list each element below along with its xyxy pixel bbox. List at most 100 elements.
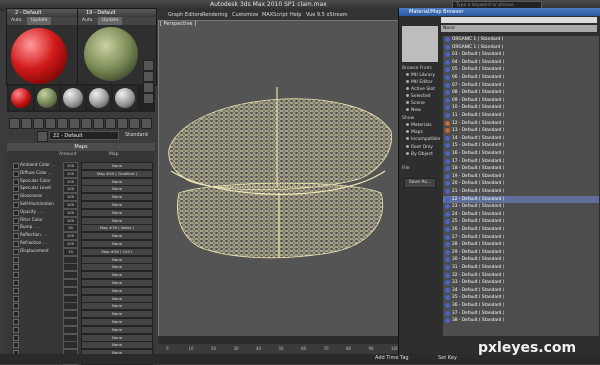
material-list-item[interactable]: ORGANIC 1 ( Standard ) [443,44,599,52]
map-enable-checkbox[interactable] [13,311,19,318]
material-list-item[interactable]: 30 - Default ( Standard ) [443,256,599,264]
map-slot-button[interactable]: None [81,177,153,186]
material-list-item[interactable]: 35 - Default ( Standard ) [443,294,599,302]
perspective-viewport[interactable] [158,20,400,338]
browse-from-radio[interactable]: Scene [406,101,425,106]
map-enable-checkbox[interactable] [13,225,19,232]
browse-from-radio[interactable]: Mtl Editor [406,80,433,85]
track-bar[interactable]: 0 10 20 30 40 50 60 70 80 90 100 [158,344,399,354]
backlight-icon[interactable] [143,71,154,82]
map-slot-button[interactable]: None [81,294,153,303]
material-list-item[interactable]: 07 - Default ( Standard ) [443,82,599,90]
copy-material-icon[interactable] [57,118,68,129]
map-amount-spinner[interactable]: 100 [63,216,78,225]
show-map-icon[interactable] [105,118,116,129]
map-slot-button[interactable]: None [81,162,153,170]
map-slot-button[interactable]: None [81,341,153,350]
map-amount-spinner[interactable] [63,294,78,303]
material-list-item[interactable]: 03 - Default ( Standard ) [443,51,599,59]
material-list-item[interactable]: 19 - Default ( Standard ) [443,173,599,181]
map-enable-checkbox[interactable] [13,163,19,169]
map-enable-checkbox[interactable] [13,264,19,271]
material-list-item[interactable]: 14 - Default ( Standard ) [443,135,599,143]
material-list-item[interactable]: 31 - Default ( Standard ) [443,264,599,272]
map-slot-button[interactable]: None [81,271,153,280]
map-slot-button[interactable]: Map #45 ( Gradient ) [81,169,153,178]
save-as-button[interactable]: Save As... [404,178,436,188]
uv-tiling-icon[interactable] [143,93,154,104]
map-enable-checkbox[interactable] [13,272,19,279]
tab-update[interactable]: Update [98,17,123,25]
map-slot-button[interactable]: None [81,325,153,334]
put-to-library-icon[interactable] [81,118,92,129]
sample-slot[interactable] [113,86,137,110]
maps-rollout-header[interactable]: Maps [7,143,155,151]
map-slot-button[interactable]: None [81,232,153,241]
map-slot-button[interactable]: None [81,279,153,287]
map-slot-button[interactable]: None [81,216,153,225]
tab-auto[interactable]: Auto [7,17,25,25]
viewport-label[interactable]: [ Perspective ] [160,21,196,27]
map-slot-button[interactable]: None [81,318,153,326]
tab-auto[interactable]: Auto [78,17,96,25]
reset-map-icon[interactable] [45,118,56,129]
map-slot-button[interactable]: Map #39 ( Noise ) [81,224,153,233]
map-slot-button[interactable]: None [81,185,153,194]
make-unique-icon[interactable] [69,118,80,129]
menu-vue-xstream[interactable]: Vue 9.5 xStream [306,12,348,18]
material-list-item[interactable]: 36 - Default ( Standard ) [443,302,599,310]
map-slot-button[interactable]: None [81,333,153,342]
material-list-item[interactable]: 26 - Default ( Standard ) [443,226,599,234]
map-slot-button[interactable]: None [81,263,153,272]
map-enable-checkbox[interactable] [13,319,19,325]
material-list-item[interactable]: 04 - Default ( Standard ) [443,59,599,67]
set-key-button[interactable]: Set Key [438,355,457,361]
map-enable-checkbox[interactable] [13,334,19,341]
material-list-item[interactable]: 20 - Default ( Standard ) [443,180,599,188]
material-list-item[interactable]: 24 - Default ( Standard ) [443,211,599,219]
sample-slot[interactable] [9,86,33,110]
menu-customize[interactable]: Customize [232,12,258,18]
material-name-field[interactable]: 22 - Default [49,131,119,140]
map-amount-spinner[interactable]: 100 [63,232,78,241]
map-enable-checkbox[interactable] [13,256,19,263]
material-list-item[interactable]: 10 - Default ( Standard ) [443,104,599,112]
map-enable-checkbox[interactable] [13,287,19,294]
material-list-item[interactable]: 27 - Default ( Standard ) [443,234,599,242]
map-slot-button[interactable]: None [81,302,153,311]
map-slot-button[interactable]: None [81,193,153,202]
map-slot-button[interactable]: None [81,286,153,295]
material-type-button[interactable]: Standard [125,132,148,138]
material-list-item[interactable]: 15 - Default ( Standard ) [443,142,599,150]
browser-name-field[interactable]: None [441,25,597,32]
map-amount-spinner[interactable]: 100 [63,193,78,202]
sample-slot[interactable] [61,86,85,110]
map-slot-button[interactable]: None [81,240,153,248]
browse-from-radio[interactable]: New [406,108,421,113]
material-list-item[interactable]: 23 - Default ( Standard ) [443,203,599,211]
root-only-checkbox[interactable]: Root Only [406,145,433,150]
material-id-icon[interactable] [93,118,104,129]
material-list-item[interactable]: 17 - Default ( Standard ) [443,158,599,166]
browse-from-radio[interactable]: Active Slot [406,87,435,92]
material-list-item[interactable]: 29 - Default ( Standard ) [443,249,599,257]
go-to-parent-icon[interactable] [129,118,140,129]
browse-from-radio[interactable]: Mtl Library [406,73,435,78]
add-time-tag-button[interactable]: Add Time Tag [375,355,409,361]
put-to-scene-icon[interactable] [21,118,32,129]
show-checkbox[interactable]: Materials [406,123,432,128]
map-amount-spinner[interactable] [63,302,78,311]
map-enable-checkbox[interactable] [13,280,19,286]
map-amount-spinner[interactable]: 100 [63,177,78,186]
map-amount-spinner[interactable] [63,286,78,295]
map-slot-button[interactable]: None [81,310,153,319]
material-list-item[interactable]: 21 - Default ( Standard ) [443,188,599,196]
background-icon[interactable] [143,82,154,93]
material-list-item[interactable]: 38 - Default ( Standard ) [443,317,599,325]
map-enable-checkbox[interactable] [13,194,19,201]
map-enable-checkbox[interactable] [13,186,19,193]
map-amount-spinner[interactable] [63,279,78,287]
menu-rendering[interactable]: Rendering [202,12,228,18]
map-slot-button[interactable]: None [81,208,153,217]
map-amount-spinner[interactable] [63,341,78,350]
